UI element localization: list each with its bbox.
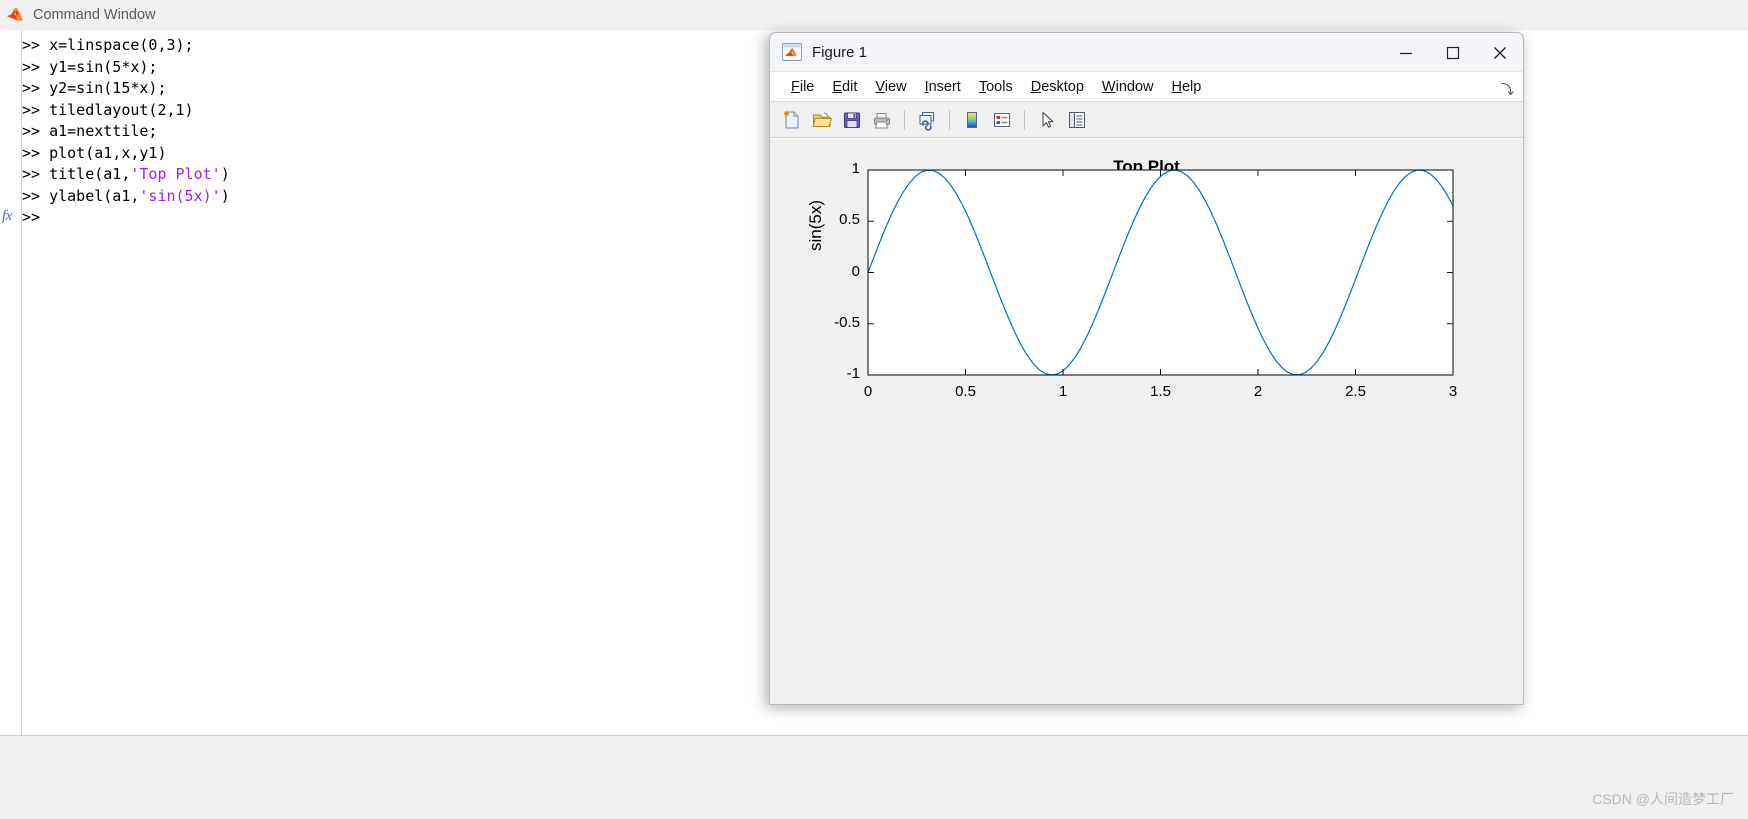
show-plot-tools-icon[interactable] bbox=[1063, 106, 1091, 134]
active-command-prompt[interactable]: >> bbox=[22, 207, 742, 229]
command-string-literal: 'Top Plot' bbox=[130, 165, 221, 183]
print-figure-icon[interactable] bbox=[868, 106, 896, 134]
command-prompt: >> bbox=[22, 36, 50, 54]
matlab-logo-icon bbox=[6, 7, 24, 23]
watermark-text: CSDN @人间造梦工厂 bbox=[1592, 791, 1734, 807]
toolbar-separator bbox=[1024, 109, 1025, 130]
menu-item-view[interactable]: View bbox=[866, 77, 915, 97]
command-prompt: >> bbox=[22, 143, 50, 162]
command-text: x=linspace(0,3); bbox=[49, 36, 194, 54]
command-prompt: >> bbox=[22, 100, 50, 119]
screen-root: Command Window fx >> x=linspace(0,3); >> … bbox=[0, 0, 1748, 819]
menu-item-tools[interactable]: Tools bbox=[970, 77, 1022, 97]
command-line: >> tiledlayout(2,1) bbox=[22, 100, 742, 122]
command-text: a1=nexttile; bbox=[49, 122, 158, 140]
toolbar-separator bbox=[904, 109, 905, 130]
figure-window[interactable]: Figure 1 File Edit View Insert Tools Des… bbox=[769, 32, 1524, 705]
x-tick-label: 0 bbox=[863, 383, 873, 400]
y-tick-label: 1 bbox=[851, 160, 860, 177]
command-text: y2=sin(15*x); bbox=[49, 79, 167, 97]
menu-item-edit[interactable]: Edit bbox=[823, 77, 866, 97]
y-tick-label: 0.5 bbox=[839, 211, 860, 229]
axes-background bbox=[868, 170, 1453, 375]
plot-svg bbox=[867, 169, 1454, 376]
x-tick-label: 2.5 bbox=[1345, 383, 1366, 400]
open-file-icon[interactable] bbox=[808, 106, 836, 134]
command-window-gutter: fx bbox=[0, 30, 22, 735]
menubar-expander-icon[interactable]: ⤵ bbox=[1501, 79, 1514, 98]
fx-icon: fx bbox=[2, 208, 12, 224]
command-line: >> x=linspace(0,3); bbox=[22, 35, 742, 57]
x-tick-label: 1 bbox=[1058, 383, 1068, 400]
command-text: tiledlayout(2,1) bbox=[49, 100, 194, 119]
toolbar-separator bbox=[949, 109, 950, 130]
command-string-literal: 'sin(5x)' bbox=[139, 186, 221, 205]
edit-plot-arrow-icon[interactable] bbox=[1033, 106, 1061, 134]
save-figure-icon[interactable] bbox=[838, 106, 866, 134]
command-line: >> y1=sin(5*x); bbox=[22, 57, 742, 79]
command-history-lines: >> x=linspace(0,3); >> y1=sin(5*x); >> y2=… bbox=[22, 35, 742, 229]
command-line: >> ylabel(a1,'sin(5x)') bbox=[22, 186, 742, 208]
command-text-tail: ) bbox=[220, 186, 230, 205]
x-tick-label: 1.5 bbox=[1150, 383, 1171, 400]
menu-item-insert[interactable]: Insert bbox=[916, 77, 970, 97]
command-window-bottom-bar: CSDN @人间造梦工厂 bbox=[0, 735, 1748, 819]
x-tick-label: 2 bbox=[1253, 383, 1263, 400]
link-plot-icon[interactable] bbox=[913, 106, 941, 134]
insert-legend-icon[interactable] bbox=[988, 106, 1016, 134]
figure-menubar[interactable]: File Edit View Insert Tools Desktop Window Help… bbox=[770, 72, 1523, 102]
command-prompt: >> bbox=[22, 186, 50, 205]
menu-item-desktop[interactable]: Desktop bbox=[1022, 77, 1093, 97]
command-text-tail: ) bbox=[220, 165, 230, 183]
command-line: >> a1=nexttile; bbox=[22, 121, 742, 143]
x-tick-label: 0.5 bbox=[955, 383, 976, 400]
command-line: >> title(a1,'Top Plot') bbox=[22, 164, 742, 186]
command-line: >> y2=sin(15*x); bbox=[22, 78, 742, 100]
new-figure-icon[interactable] bbox=[778, 106, 806, 134]
command-prompt: >> bbox=[22, 165, 50, 183]
insert-colorbar-icon[interactable] bbox=[958, 106, 986, 134]
command-text: title(a1, bbox=[49, 165, 131, 183]
menu-item-help[interactable]: Help bbox=[1163, 77, 1211, 97]
y-tick-label: 0 bbox=[851, 262, 860, 280]
figure-titlebar[interactable]: Figure 1 bbox=[770, 33, 1523, 72]
maximize-button[interactable] bbox=[1429, 33, 1476, 72]
menu-item-window[interactable]: Window bbox=[1093, 77, 1163, 97]
command-prompt: >> bbox=[22, 57, 50, 76]
figure-toolbar[interactable] bbox=[770, 102, 1523, 138]
command-text: ylabel(a1, bbox=[49, 186, 140, 205]
figure-window-title: Figure 1 bbox=[812, 43, 868, 61]
y-tick-label: -1 bbox=[846, 365, 860, 382]
close-button[interactable] bbox=[1476, 33, 1523, 72]
command-prompt: >> bbox=[22, 122, 50, 140]
window-controls bbox=[1382, 33, 1523, 72]
matlab-figure-icon bbox=[782, 43, 802, 61]
command-window-titlebar: Command Window bbox=[0, 0, 1748, 30]
command-text: plot(a1,x,y1) bbox=[49, 143, 167, 162]
command-line: >> plot(a1,x,y1) bbox=[22, 143, 742, 165]
command-text: y1=sin(5*x); bbox=[49, 57, 158, 76]
menu-item-file[interactable]: File bbox=[782, 77, 823, 97]
command-prompt: >> bbox=[22, 79, 50, 97]
figure-canvas[interactable]: Top Plot sin(5x) 0 0.5 1 1.5 2 2.5 3 1 0.5 0 -0.5-… bbox=[770, 138, 1523, 704]
x-tick-label: 3 bbox=[1448, 383, 1458, 400]
command-window-title: Command Window bbox=[33, 7, 156, 23]
minimize-button[interactable] bbox=[1382, 33, 1429, 72]
y-tick-label: -0.5 bbox=[834, 313, 860, 331]
